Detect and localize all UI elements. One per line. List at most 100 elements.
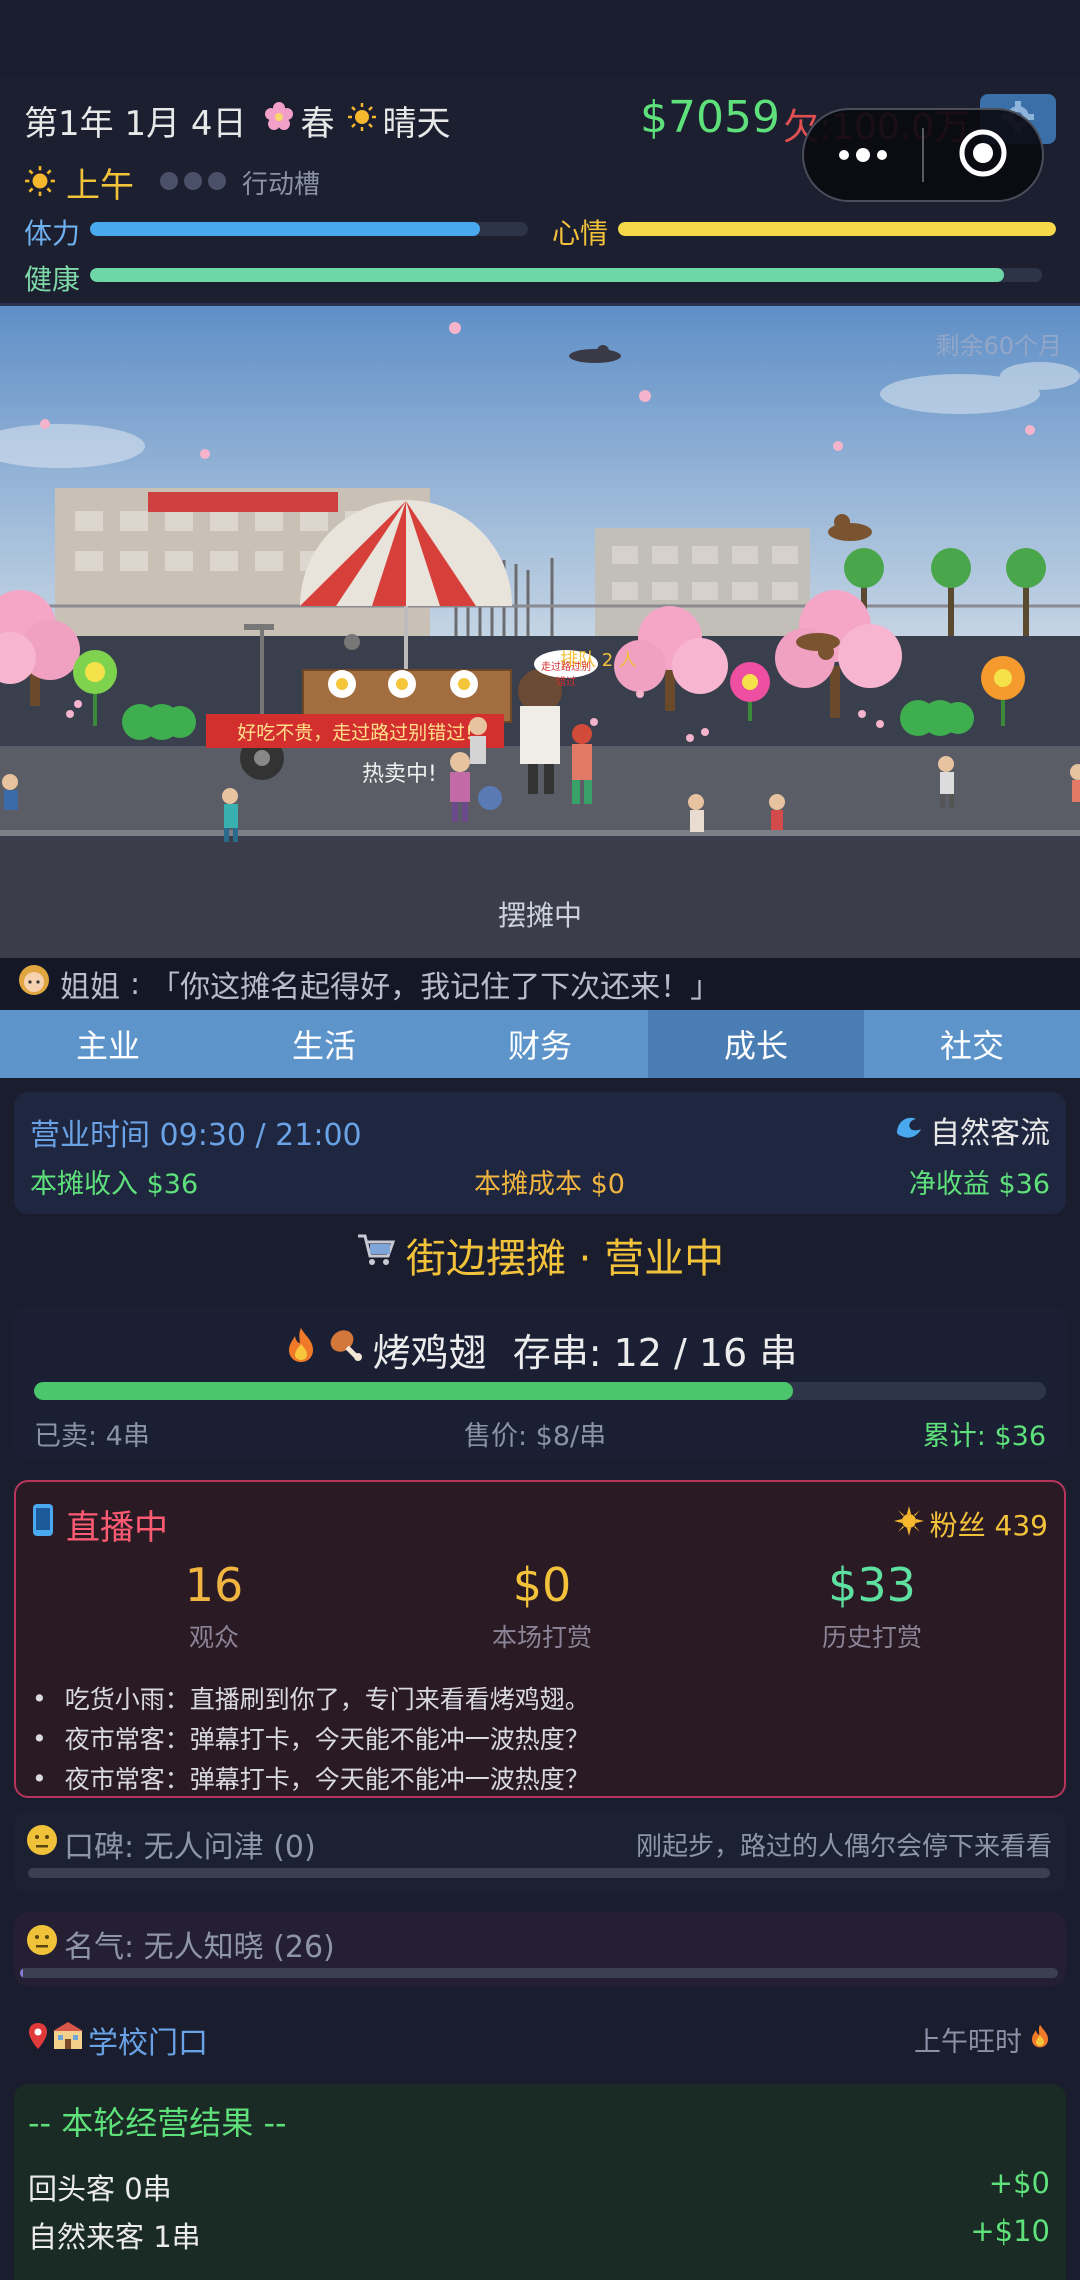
fame-bar	[20, 1968, 1058, 1978]
reputation-card: 口碑: 无人问津 (0) 刚起步，路过的人偶尔会停下来看看	[14, 1812, 1066, 1892]
result-row-amount: +$0	[988, 2166, 1050, 2200]
cumulative-total: 累计: $36	[922, 1421, 1046, 1452]
history-tips-value: $33	[828, 1558, 916, 1612]
hot-selling-label: 热卖中!	[362, 762, 437, 787]
stock-progress-fill	[34, 1382, 793, 1400]
peak-time-text: 上午旺时	[914, 2027, 1022, 2058]
tab-social[interactable]: 社交	[864, 1010, 1080, 1078]
stamina-label: 体力	[24, 217, 81, 250]
more-dot-icon	[839, 150, 849, 160]
star-burst-icon	[893, 1505, 924, 1543]
dialogue-text: 「你这摊名起得好，我记住了下次还来！」	[150, 970, 721, 1005]
live-comment: 夜市常客：弹幕打卡，今天能不能冲一波热度？	[32, 1758, 590, 1798]
customer-flow-label: 自然客流	[930, 1116, 1050, 1151]
date-text: 第1年 1月 4日	[24, 104, 247, 144]
stock-title: 烤鸡翅 存串: 12 / 16 串	[14, 1322, 1066, 1377]
school-icon	[52, 2021, 84, 2059]
history-tips-stat: $33 历史打赏	[722, 1558, 1022, 1654]
action-slot	[160, 171, 178, 190]
action-slot	[208, 171, 226, 190]
fans-count: 粉丝 439	[893, 1504, 1048, 1544]
result-row-label: 回头客 0串	[28, 2172, 172, 2206]
stall-cost: 本摊成本 $0	[474, 1169, 625, 1200]
more-menu-button[interactable]	[804, 110, 922, 200]
tab-main-business[interactable]: 主业	[0, 1010, 216, 1078]
close-miniprogram-button[interactable]	[924, 127, 1042, 183]
result-row-label: 自然来客 1串	[28, 2220, 201, 2254]
stall-title: 街边摆摊 · 营业中	[0, 1226, 1080, 1284]
health-bar	[90, 268, 1042, 282]
peak-time: 上午旺时	[914, 2020, 1052, 2059]
weather-text: 晴天	[382, 104, 451, 144]
round-result-card: -- 本轮经营结果 -- 回头客 0串 +$0 自然来客 1串 +$10	[14, 2084, 1066, 2280]
health-label: 健康	[24, 263, 81, 296]
history-tips-label: 历史打赏	[821, 1623, 922, 1652]
dialogue-bar: 姐姐 : 「你这摊名起得好，我记住了下次还来！」	[0, 958, 1080, 1010]
fame-label: 名气: 无人知晓 (26)	[26, 1922, 335, 1966]
sun-icon	[347, 101, 377, 141]
drumstick-icon	[327, 1326, 365, 1373]
phone-icon	[32, 1503, 54, 1546]
date-weather: 第1年 1月 4日 春 晴天	[24, 96, 451, 145]
fame-card: 名气: 无人知晓 (26)	[14, 1912, 1066, 1986]
tab-finance[interactable]: 财务	[432, 1010, 648, 1078]
viewers-value: 16	[184, 1558, 244, 1612]
fire-icon	[283, 1326, 319, 1373]
unit-price: 售价: $8/串	[464, 1421, 607, 1452]
main-tabs: 主业 生活 财务 成长 社交	[0, 1010, 1080, 1078]
more-dot-icon	[877, 150, 887, 160]
business-hours: 营业时间 09:30 / 21:00	[30, 1118, 362, 1153]
item-name: 烤鸡翅	[372, 1331, 487, 1375]
reputation-bar	[28, 1868, 1050, 1878]
stock-count: 存串: 12 / 16 串	[512, 1331, 798, 1375]
viewers-stat: 16 观众	[64, 1558, 364, 1654]
status-header: 第1年 1月 4日 春 晴天 $7059 欠:100.0万	[0, 78, 1080, 306]
live-comment: 夜市常客：弹幕打卡，今天能不能冲一波热度？	[32, 1718, 590, 1758]
season-text: 春	[300, 104, 335, 144]
neutral-face-icon	[26, 1824, 58, 1864]
scene-illustration	[0, 306, 1080, 958]
customer-flow: 自然客流	[894, 1108, 1050, 1152]
miniprogram-capsule	[802, 108, 1044, 202]
reputation-hint: 刚起步，路过的人偶尔会停下来看看	[635, 1832, 1052, 1862]
location-name[interactable]: 学校门口	[28, 2018, 208, 2062]
more-dot-icon	[856, 148, 870, 162]
stall-income: 本摊收入 $36	[30, 1169, 199, 1200]
session-tips-label: 本场打赏	[491, 1623, 592, 1652]
time-of-day: 上午	[66, 166, 134, 206]
live-title: 直播中	[32, 1500, 168, 1549]
tab-growth[interactable]: 成长	[648, 1010, 864, 1078]
stock-progress-bar	[34, 1382, 1046, 1400]
result-title: -- 本轮经营结果 --	[28, 2104, 287, 2142]
fans-text: 粉丝 439	[929, 1509, 1048, 1542]
fire-icon	[1028, 2022, 1052, 2057]
live-stream-card[interactable]: 直播中 粉丝 439 16 观众 $0 本场打赏 $33 历史打赏 吃货小雨：直…	[14, 1480, 1066, 1798]
health-fill	[90, 268, 1004, 282]
result-row-amount: +$10	[970, 2214, 1050, 2248]
pin-icon	[28, 2022, 48, 2058]
live-title-text: 直播中	[66, 1508, 168, 1548]
speaker-avatar-icon	[18, 964, 50, 1004]
mood-bar	[618, 222, 1056, 236]
game-scene[interactable]: 剩余60个月 好吃不贵，走过路过别错过! 热卖中! 排队 2 人 走过路过别错过…	[0, 306, 1080, 958]
months-left-label: 剩余60个月	[935, 332, 1062, 360]
reputation-text: 口碑: 无人问津 (0)	[64, 1830, 316, 1865]
stamina-fill	[90, 222, 480, 236]
live-comment: 吃货小雨：直播刷到你了，专门来看看烤鸡翅。	[32, 1678, 590, 1718]
action-slots	[160, 171, 232, 194]
net-profit: 净收益 $36	[908, 1169, 1050, 1200]
live-comments: 吃货小雨：直播刷到你了，专门来看看烤鸡翅。 夜市常客：弹幕打卡，今天能不能冲一波…	[32, 1678, 590, 1798]
stall-title-text: 街边摆摊 · 营业中	[405, 1236, 725, 1282]
sun-icon	[24, 165, 56, 201]
stock-card: 烤鸡翅 存串: 12 / 16 串 已卖: 4串 售价: $8/串 累计: $3…	[14, 1306, 1066, 1458]
location-row[interactable]: 学校门口 上午旺时	[0, 2010, 1080, 2064]
sold-count: 已卖: 4串	[34, 1421, 150, 1452]
action-slots-label: 行动槽	[242, 170, 321, 200]
fame-text: 名气: 无人知晓 (26)	[64, 1930, 335, 1965]
stamina-bar	[90, 222, 528, 236]
stall-status: 摆摊中	[497, 899, 582, 932]
action-slot	[184, 171, 202, 190]
tab-life[interactable]: 生活	[216, 1010, 432, 1078]
location-text: 学校门口	[88, 2026, 208, 2061]
business-summary-card: 营业时间 09:30 / 21:00 自然客流 本摊收入 $36 本摊成本 $0…	[14, 1092, 1066, 1214]
